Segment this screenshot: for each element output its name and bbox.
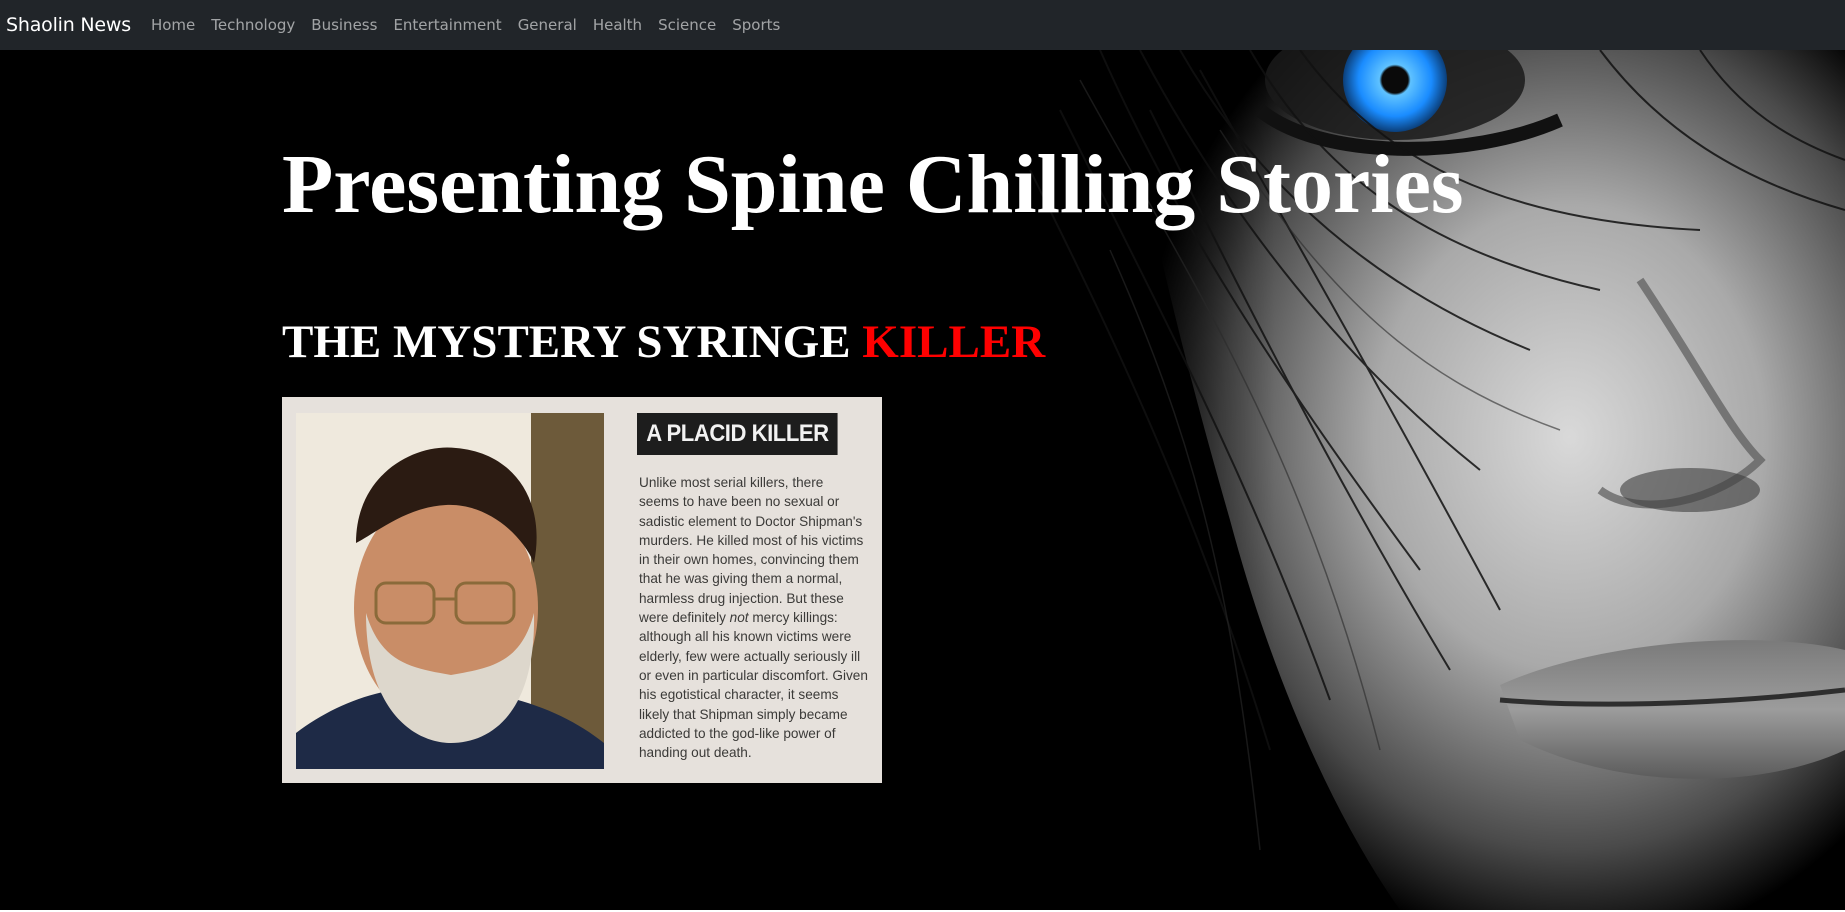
story-clipping-image: A PLACID KILLER Unlike most serial kille… <box>282 397 882 783</box>
hero-section: Presenting Spine Chilling Stories THE MY… <box>0 50 1845 910</box>
clipping-line: elderly, few were actually seriously ill <box>639 648 861 664</box>
nav-link-technology[interactable]: Technology <box>211 16 295 34</box>
story-title: THE MYSTERY SYRINGE KILLER <box>282 315 1045 369</box>
top-navbar: Shaolin News Home Technology Business En… <box>0 0 1845 50</box>
clipping-line-start: were definitely <box>639 610 730 626</box>
nav-link-health[interactable]: Health <box>593 16 642 34</box>
nav-link-general[interactable]: General <box>518 16 577 34</box>
nav-links: Home Technology Business Entertainment G… <box>151 16 796 34</box>
clipping-line: handing out death. <box>639 745 752 761</box>
clipping-line: although all his known victims were <box>639 629 852 645</box>
clipping-line: that he was giving them a normal, <box>639 571 843 587</box>
clipping-body-text: Unlike most serial killers, there seems … <box>639 473 869 762</box>
nav-link-science[interactable]: Science <box>658 16 716 34</box>
clipping-line: murders. He killed most of his victims <box>639 532 864 548</box>
clipping-line: in their own homes, convincing them <box>639 552 859 568</box>
brand-logo-link[interactable]: Shaolin News <box>0 14 131 36</box>
clipping-heading: A PLACID KILLER <box>637 413 838 455</box>
clipping-line: addicted to the god-like power of <box>639 725 836 741</box>
hero-title: Presenting Spine Chilling Stories <box>282 138 1464 231</box>
portrait-photo <box>296 413 604 769</box>
clipping-line: harmless drug injection. But these <box>639 590 844 606</box>
nav-link-business[interactable]: Business <box>311 16 377 34</box>
clipping-line: likely that Shipman simply became <box>639 706 848 722</box>
clipping-line: or even in particular discomfort. Given <box>639 667 868 683</box>
clipping-line: seems to have been no sexual or <box>639 494 840 510</box>
clipping-line-end: mercy killings: <box>748 610 838 626</box>
story-title-accent: KILLER <box>862 316 1046 368</box>
nav-link-home[interactable]: Home <box>151 16 195 34</box>
clipping-line: Unlike most serial killers, there <box>639 475 824 490</box>
clipping-line: were definitely not mercy killings: <box>639 608 869 627</box>
nav-link-entertainment[interactable]: Entertainment <box>393 16 501 34</box>
nav-link-sports[interactable]: Sports <box>732 16 780 34</box>
clipping-line: sadistic element to Doctor Shipman's <box>639 513 863 529</box>
clipping-line: his egotistical character, it seems <box>639 687 839 703</box>
clipping-italic-word: not <box>729 610 749 626</box>
story-title-main: THE MYSTERY SYRINGE <box>282 316 863 368</box>
